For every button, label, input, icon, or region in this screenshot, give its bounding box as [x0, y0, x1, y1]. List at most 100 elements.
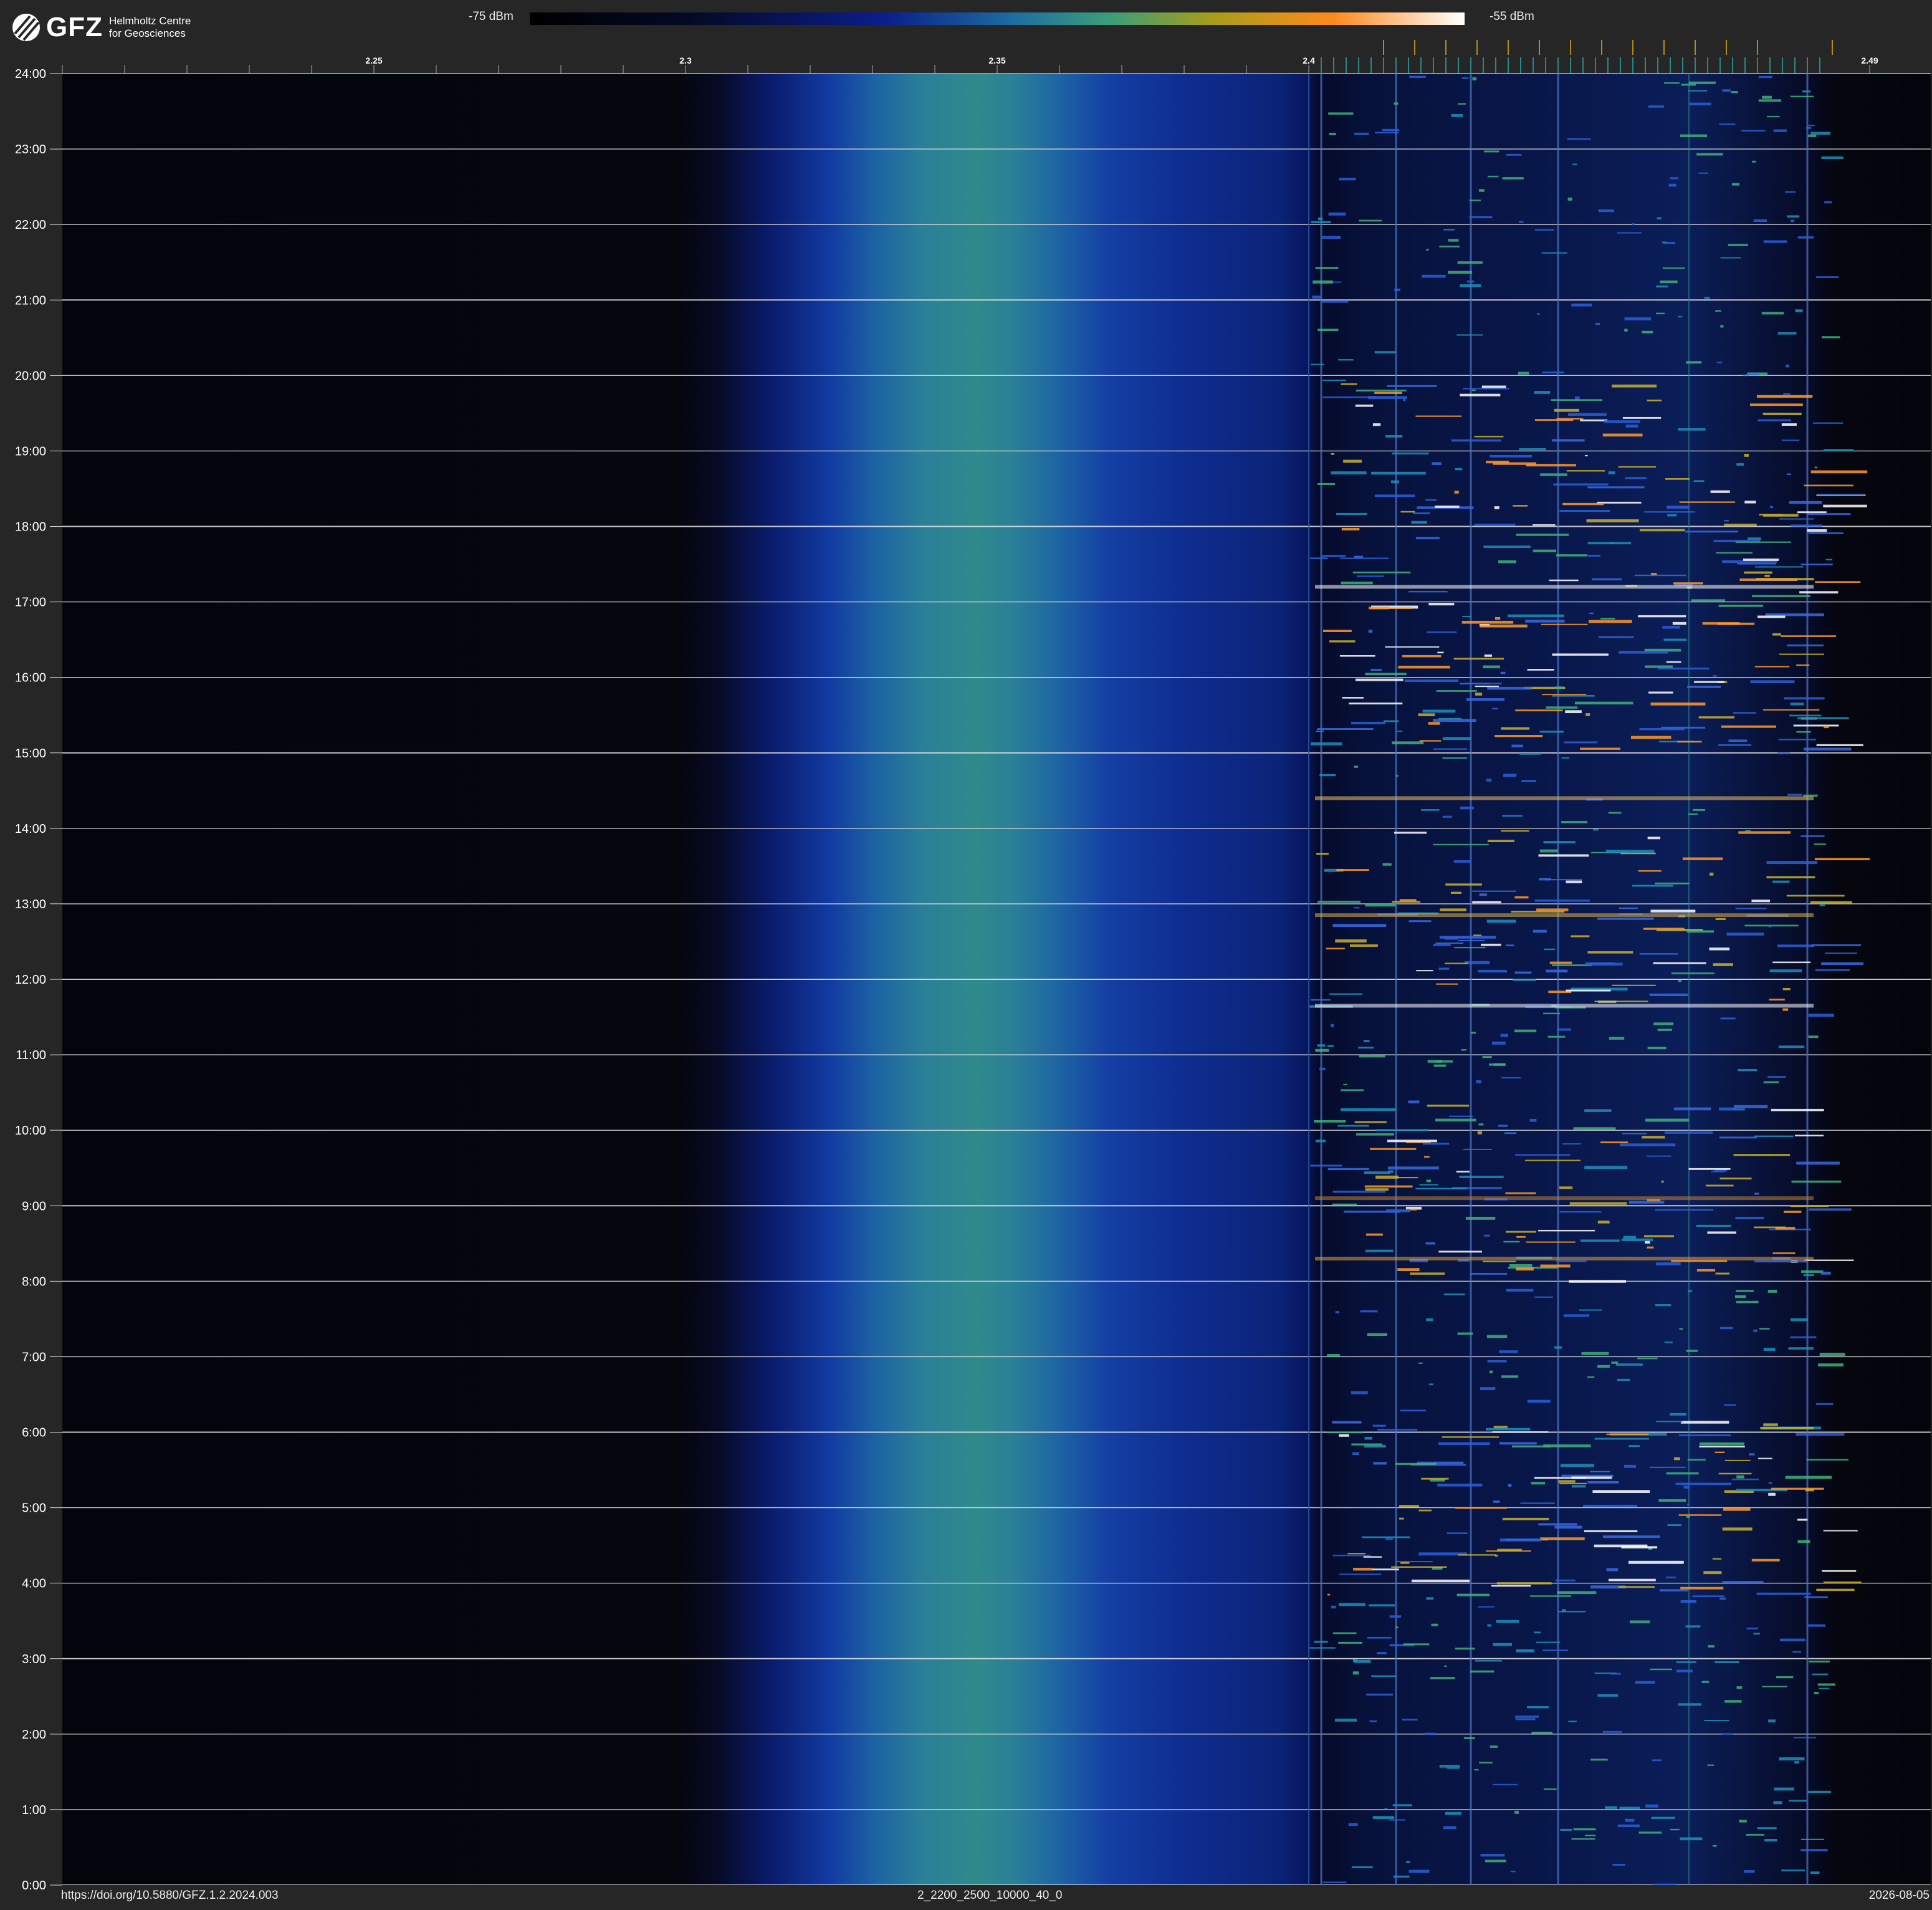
signal-burst [1796, 664, 1810, 666]
signal-burst [1478, 1123, 1484, 1126]
signal-burst [1331, 453, 1335, 455]
signal-burst [1759, 1328, 1770, 1330]
signal-burst [1781, 635, 1837, 637]
signal-burst [1395, 1462, 1437, 1465]
signal-burst [1814, 843, 1826, 845]
signal-burst [1736, 1686, 1743, 1689]
signal-burst [1804, 1596, 1828, 1598]
signal-burst [1617, 1824, 1640, 1828]
signal-burst [1542, 1649, 1569, 1651]
signal-burst [1338, 1641, 1362, 1644]
signal-burst [1672, 621, 1686, 625]
signal-burst [1586, 519, 1639, 522]
signal-burst [1327, 1353, 1340, 1357]
signal-burst [1321, 236, 1341, 239]
signal-burst [1425, 1732, 1437, 1735]
signal-burst [1408, 1100, 1420, 1103]
signal-burst [1365, 903, 1396, 907]
signal-burst [1454, 947, 1486, 949]
signal-burst [1736, 1475, 1744, 1479]
signal-burst [1731, 91, 1738, 94]
signal-burst [1317, 727, 1374, 731]
signal-burst [1483, 545, 1531, 548]
signal-burst [1771, 1108, 1824, 1111]
signal-burst [1628, 1560, 1684, 1564]
signal-burst [1437, 1060, 1453, 1063]
signal-burst [1793, 724, 1839, 727]
signal-burst [1777, 752, 1791, 755]
signal-burst [1687, 1459, 1706, 1461]
signal-burst [1724, 1404, 1736, 1406]
time-tick-label: 21:00 [15, 294, 46, 307]
signal-burst [1475, 693, 1483, 696]
signal-burst [1406, 1861, 1410, 1863]
signal-burst [1475, 685, 1499, 688]
signal-burst [1724, 524, 1757, 526]
signal-burst [1648, 105, 1664, 108]
signal-burst [1705, 1184, 1734, 1187]
signal-burst [1736, 463, 1744, 466]
signal-burst [1691, 599, 1726, 602]
signal-burst [1539, 731, 1564, 733]
signal-burst [1457, 261, 1483, 264]
signal-burst [1340, 557, 1389, 559]
signal-burst [1648, 691, 1673, 694]
signal-burst [1389, 1615, 1401, 1618]
signal-burst [1493, 1500, 1500, 1503]
signal-burst [1736, 1300, 1759, 1303]
signal-burst [1658, 667, 1710, 669]
signal-burst [1611, 984, 1656, 986]
signal-burst [1557, 1591, 1597, 1595]
signal-burst [1805, 127, 1811, 129]
signal-burst [1771, 1487, 1824, 1490]
signal-burst [1718, 1107, 1737, 1111]
signal-burst [1484, 654, 1493, 657]
signal-burst [1494, 1555, 1498, 1557]
signal-burst [1354, 1659, 1371, 1663]
signal-burst [1698, 172, 1709, 174]
signal-burst [1355, 405, 1374, 407]
signal-burst [1515, 1154, 1571, 1156]
colorbar-max-label: -55 dBm [1490, 10, 1534, 23]
signal-burst [1511, 911, 1565, 913]
signal-burst [1821, 156, 1844, 159]
signal-burst [1398, 665, 1450, 669]
signal-burst [1388, 1170, 1394, 1173]
signal-burst [1779, 1638, 1805, 1641]
signal-burst [1743, 559, 1779, 561]
signal-burst [1758, 75, 1772, 79]
signal-burst [1341, 528, 1360, 530]
signal-burst [1483, 150, 1499, 153]
signal-burst [1422, 709, 1456, 713]
signal-burst [1699, 1442, 1744, 1446]
signal-burst [1534, 1631, 1541, 1634]
signal-burst [1580, 1239, 1620, 1242]
signal-burst [1811, 944, 1862, 946]
signal-burst [1709, 947, 1730, 951]
signal-burst [1726, 933, 1764, 936]
signal-burst [1479, 893, 1487, 896]
signal-burst [1707, 1231, 1736, 1234]
signal-burst [1746, 1833, 1764, 1836]
signal-burst [1660, 1589, 1688, 1591]
time-tick-label: 1:00 [22, 1803, 46, 1817]
signal-burst [1571, 935, 1590, 938]
signal-burst [1480, 1853, 1505, 1857]
signal-burst [1561, 757, 1570, 759]
doi-link[interactable]: https://doi.org/10.5880/GFZ.1.2.2024.003 [61, 1889, 279, 1903]
signal-burst [1336, 869, 1369, 871]
signal-burst [1331, 471, 1367, 475]
signal-burst [1639, 953, 1678, 955]
signal-burst [1461, 1049, 1466, 1051]
signal-burst [1443, 1293, 1465, 1295]
signal-burst [1565, 710, 1582, 714]
signal-burst [1541, 694, 1587, 696]
signal-burst [1790, 95, 1814, 98]
signal-burst [1585, 454, 1588, 457]
signal-burst [1611, 1361, 1619, 1364]
signal-burst [1819, 1687, 1830, 1689]
signal-burst [1721, 725, 1776, 728]
signal-burst [1392, 1804, 1412, 1807]
signal-burst [1724, 1700, 1742, 1703]
signal-burst [1458, 939, 1485, 941]
